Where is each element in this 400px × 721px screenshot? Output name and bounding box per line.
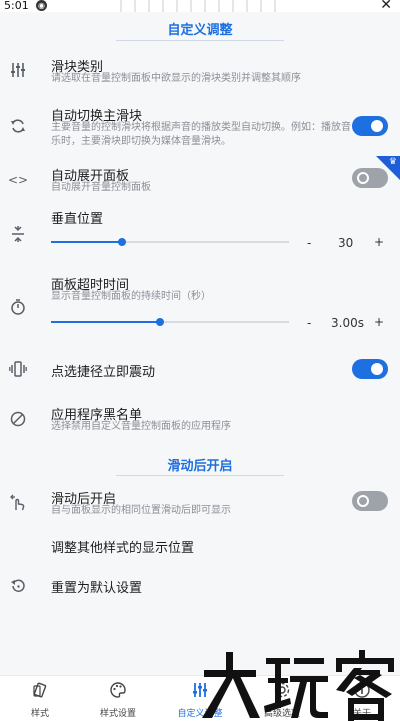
toggle-knob — [357, 172, 369, 184]
row-subtitle: 自与面板显示的相同位置滑动后即可显示 — [51, 505, 231, 516]
row-blacklist[interactable]: 应用程序黑名单 选择禁用自定义音量控制面板的应用程序 — [0, 403, 400, 437]
toggle-knob — [371, 363, 383, 375]
nav-label: 样式 — [30, 709, 49, 719]
notification-icon: ◉ — [36, 0, 47, 11]
slider-fill — [51, 321, 161, 323]
auto-switch-toggle[interactable] — [352, 116, 388, 136]
row-title: 垂直位置 — [51, 212, 104, 227]
status-time: 5:01 — [4, 0, 29, 12]
row-subtitle: 请选取在音量控制面板中欲显示的滑块类别并调整其顺序 — [51, 73, 301, 84]
vertical-position-plus-button[interactable]: + — [374, 235, 384, 249]
row-title: 调整其他样式的显示位置 — [51, 541, 195, 556]
refresh-icon — [8, 116, 28, 136]
nav-label: 样式设置 — [99, 709, 136, 719]
row-auto-switch[interactable]: 自动切换主滑块 主要音量的控制滑块将根据声音的播放类型自动切换。例如：播放音乐时… — [0, 104, 400, 152]
swipe-open-toggle[interactable] — [352, 491, 388, 511]
row-subtitle: 选择禁用自定义音量控制面板的应用程序 — [51, 421, 231, 432]
nav-style-settings[interactable]: 样式设置 — [78, 676, 158, 721]
row-slider-type[interactable]: 滑块类别 请选取在音量控制面板中欲显示的滑块类别并调整其顺序 — [0, 52, 400, 92]
section-divider — [116, 40, 284, 41]
slider-fill — [51, 241, 123, 243]
row-reset[interactable]: 重置为默认设置 — [0, 575, 400, 597]
sliders-icon — [8, 60, 28, 80]
panel-timeout-plus-button[interactable]: + — [374, 315, 384, 329]
vertical-align-icon — [8, 224, 28, 244]
status-bar-decoration — [120, 0, 280, 12]
row-subtitle: 自动展开音量控制面板 — [51, 182, 151, 193]
row-title: 点选捷径立即震动 — [51, 365, 156, 380]
style-icon — [30, 680, 50, 700]
restore-icon — [8, 576, 28, 596]
block-icon — [8, 409, 28, 429]
vibrate-toggle[interactable] — [352, 359, 388, 379]
row-panel-timeout: 面板超时时间 显示音量控制面板的持续时间（秒） — [0, 272, 400, 322]
panel-timeout-minus-button[interactable]: - — [307, 316, 311, 330]
swipe-gesture-icon — [8, 493, 28, 513]
row-title: 重置为默认设置 — [51, 581, 143, 596]
vertical-position-value: 30 — [338, 236, 354, 250]
toggle-knob — [357, 495, 369, 507]
auto-expand-toggle[interactable] — [352, 168, 388, 188]
toggle-knob — [371, 120, 383, 132]
row-subtitle: 显示音量控制面板的持续时间（秒） — [51, 291, 211, 302]
close-icon[interactable]: ✕ — [380, 0, 392, 13]
row-vibrate[interactable]: 点选捷径立即震动 — [0, 358, 400, 380]
panel-timeout-slider[interactable] — [51, 316, 289, 328]
section-title-after-open: 滑动后开启 — [167, 459, 233, 474]
code-icon: <> — [7, 173, 29, 187]
nav-style[interactable]: 样式 — [0, 676, 80, 721]
palette-icon — [108, 680, 128, 700]
section-divider — [116, 475, 284, 476]
row-adjust-other[interactable]: 调整其他样式的显示位置 — [0, 536, 400, 556]
vertical-position-slider[interactable] — [51, 236, 289, 248]
slider-thumb[interactable] — [156, 318, 165, 326]
row-subtitle: 主要音量的控制滑块将根据声音的播放类型自动切换。例如：播放音乐时，主要滑块即切换… — [51, 122, 351, 147]
watermark-logo — [202, 650, 394, 721]
row-swipe-open[interactable]: 滑动后开启 自与面板显示的相同位置滑动后即可显示 — [0, 487, 400, 521]
status-bar: 5:01 ◉ ✕ — [0, 0, 400, 13]
timer-icon — [8, 297, 28, 317]
row-auto-expand[interactable]: <> 自动展开面板 自动展开音量控制面板 — [0, 164, 400, 200]
section-title-custom: 自定义调整 — [167, 23, 233, 38]
vertical-position-minus-button[interactable]: - — [307, 236, 311, 250]
vibrate-icon — [8, 359, 28, 379]
slider-thumb[interactable] — [118, 238, 127, 246]
panel-timeout-value: 3.00s — [331, 316, 364, 330]
